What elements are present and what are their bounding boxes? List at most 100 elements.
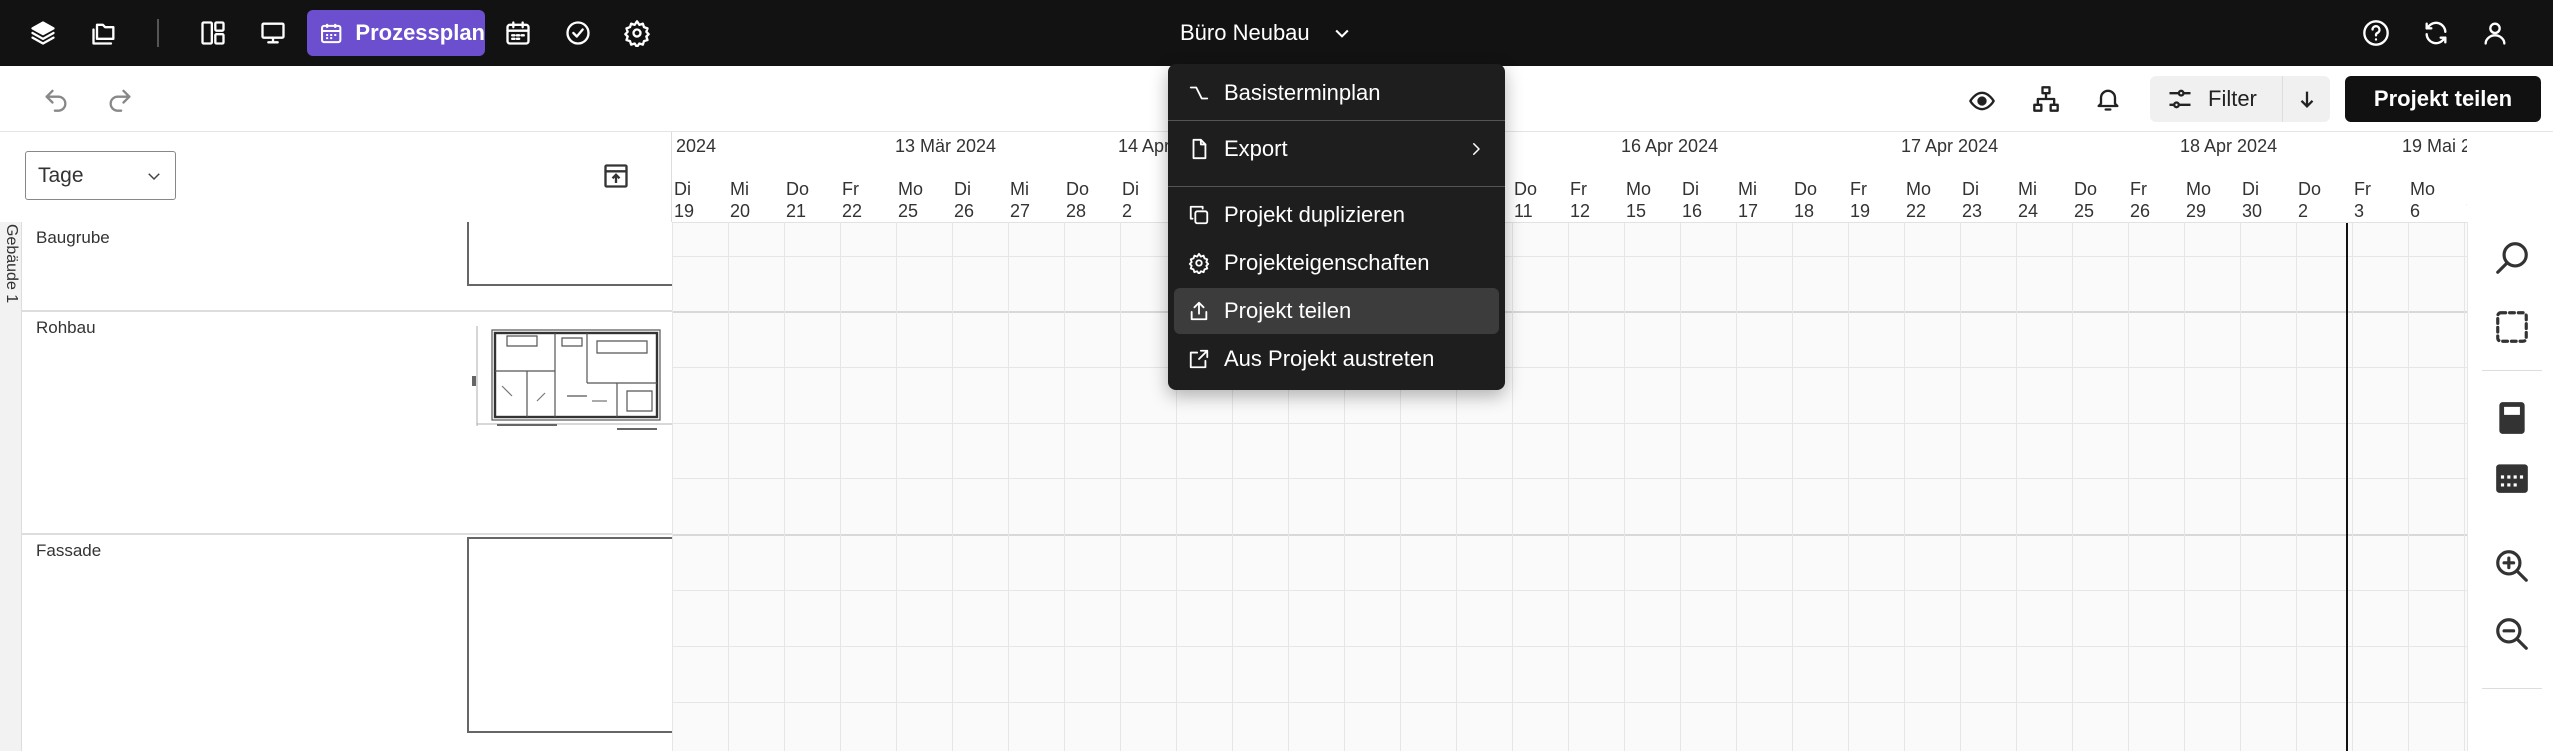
weekday-label: Do (2298, 179, 2322, 199)
menu-item-label: Export (1224, 136, 1288, 161)
week-label: 19 Mai 2024 (2402, 136, 2467, 156)
weekday-label: Fr (842, 179, 859, 199)
folders-icon[interactable] (84, 13, 124, 53)
insert-row-icon[interactable] (598, 158, 634, 194)
filter-button[interactable]: Filter (2150, 76, 2282, 122)
day-header: Fr 3 (2352, 178, 2408, 222)
row-rohbau[interactable]: Rohbau (22, 312, 685, 535)
menu-separator (1168, 186, 1505, 187)
help-icon[interactable] (2356, 13, 2396, 53)
grid-column-line (1624, 223, 1625, 751)
presentation-icon[interactable] (253, 13, 293, 53)
divider (2482, 370, 2542, 371)
calendar-table-icon[interactable] (2490, 455, 2534, 499)
row-fassade[interactable]: Fassade (22, 535, 685, 751)
day-header: Di 30 (2240, 178, 2296, 222)
redo-icon[interactable] (100, 79, 140, 119)
check-circle-icon[interactable] (558, 13, 598, 53)
day-number: 12 (1570, 201, 1591, 221)
weekday-label: Mo (1626, 179, 1652, 199)
settings-icon[interactable] (617, 13, 657, 53)
timeline-header: 2024 13 Mär 2024 14 Apr 16 Apr 2024 17 A… (672, 132, 2467, 223)
zoom-out-icon[interactable] (2490, 612, 2534, 656)
zoom-in-icon[interactable] (2490, 544, 2534, 588)
plan-thumbnail[interactable] (467, 222, 685, 286)
weekday-label: Fr (1570, 179, 1587, 199)
share-project-button[interactable]: Projekt teilen (2345, 76, 2541, 122)
file-icon (1192, 138, 1207, 160)
user-icon[interactable] (2475, 13, 2515, 53)
project-switcher[interactable]: Büro Neubau (1180, 18, 1352, 48)
day-number: 16 (1682, 201, 1703, 221)
grid-column-line (1792, 223, 1793, 751)
menu-item-export[interactable]: Export (1174, 126, 1499, 172)
process-plan-button[interactable]: Prozessplan (307, 10, 485, 56)
grid-column-line (1568, 223, 1569, 751)
day-header: Mo 6 (2408, 178, 2464, 222)
weekday-label: Do (786, 179, 810, 199)
chevron-down-icon (1335, 29, 1349, 38)
row-baugrube[interactable]: Baugrube (22, 222, 685, 312)
grid-column-line (728, 223, 729, 751)
dashboard-icon[interactable] (193, 13, 233, 53)
calendar-grid-icon[interactable] (498, 13, 538, 53)
baseline-icon (1189, 86, 1209, 100)
menu-item-properties[interactable]: Projekteigenschaften (1174, 240, 1499, 286)
time-unit-select[interactable]: Tage (25, 151, 176, 200)
menu-separator (1168, 120, 1505, 121)
selection-icon[interactable] (2490, 305, 2534, 349)
grid-row-line (672, 702, 2467, 703)
hierarchy-icon[interactable] (2026, 79, 2066, 119)
grid-column-line (896, 223, 897, 751)
day-header: Fr 26 (2128, 178, 2184, 222)
grid-column-line (1904, 223, 1905, 751)
weekday-label: Do (1794, 179, 1818, 199)
sort-direction-button[interactable] (2282, 76, 2330, 122)
weekday-label: Mo (1906, 179, 1932, 199)
top-bar: Prozessplan Büro Neubau (0, 0, 2553, 66)
undo-icon[interactable] (36, 79, 76, 119)
group-label: Gebäude 1 (3, 224, 20, 304)
day-header: Fr 19 (1848, 178, 1904, 222)
grid-column-line (1008, 223, 1009, 751)
menu-item-leave[interactable]: Aus Projekt austreten (1174, 336, 1499, 382)
filter-icon (2169, 89, 2191, 109)
gantt-grid[interactable]: 2024 13 Mär 2024 14 Apr 16 Apr 2024 17 A… (672, 132, 2467, 751)
day-number: 19 (1850, 201, 1871, 221)
arrow-down-icon (2300, 91, 2313, 108)
week-label: 16 Apr 2024 (1621, 136, 1719, 156)
day-header: Fr 22 (840, 178, 896, 222)
day-number: 3 (2354, 201, 2365, 221)
sync-icon[interactable] (2416, 13, 2456, 53)
time-unit-value: Tage (38, 163, 84, 187)
menu-item-share[interactable]: Projekt teilen (1174, 288, 1499, 334)
day-number: 15 (1626, 201, 1647, 221)
row-label: Baugrube (36, 228, 110, 247)
bell-icon[interactable] (2088, 79, 2128, 119)
eye-icon[interactable] (1962, 81, 2002, 121)
weekday-label: Mi (730, 179, 749, 199)
grid-row-line (672, 646, 2467, 647)
week-label: 2024 (676, 136, 717, 156)
weekday-label: Mi (2018, 179, 2037, 199)
grid-column-line (1064, 223, 1065, 751)
menu-item-duplicate[interactable]: Projekt duplizieren (1174, 192, 1499, 238)
layers-icon[interactable] (23, 13, 63, 53)
divider (2482, 688, 2542, 689)
menu-item-baseline[interactable]: Basisterminplan (1174, 70, 1499, 116)
grid-column-line (2184, 223, 2185, 751)
external-link-icon (1189, 349, 1209, 369)
day-number: 26 (2130, 201, 2151, 221)
day-header: Mo 15 (1624, 178, 1680, 222)
grid-column-line (2072, 223, 2073, 751)
grid-column-line (1848, 223, 1849, 751)
divider (157, 19, 159, 47)
plan-thumbnail[interactable] (467, 537, 685, 733)
week-label: 14 Apr (1118, 136, 1171, 156)
chevron-right-icon (1473, 143, 1480, 155)
weekday-label: Di (2242, 179, 2259, 199)
calculator-icon[interactable] (2490, 396, 2534, 440)
search-icon[interactable] (2490, 236, 2534, 280)
floor-plan-thumbnail[interactable] (467, 316, 685, 436)
weekday-label: Do (2074, 179, 2098, 199)
